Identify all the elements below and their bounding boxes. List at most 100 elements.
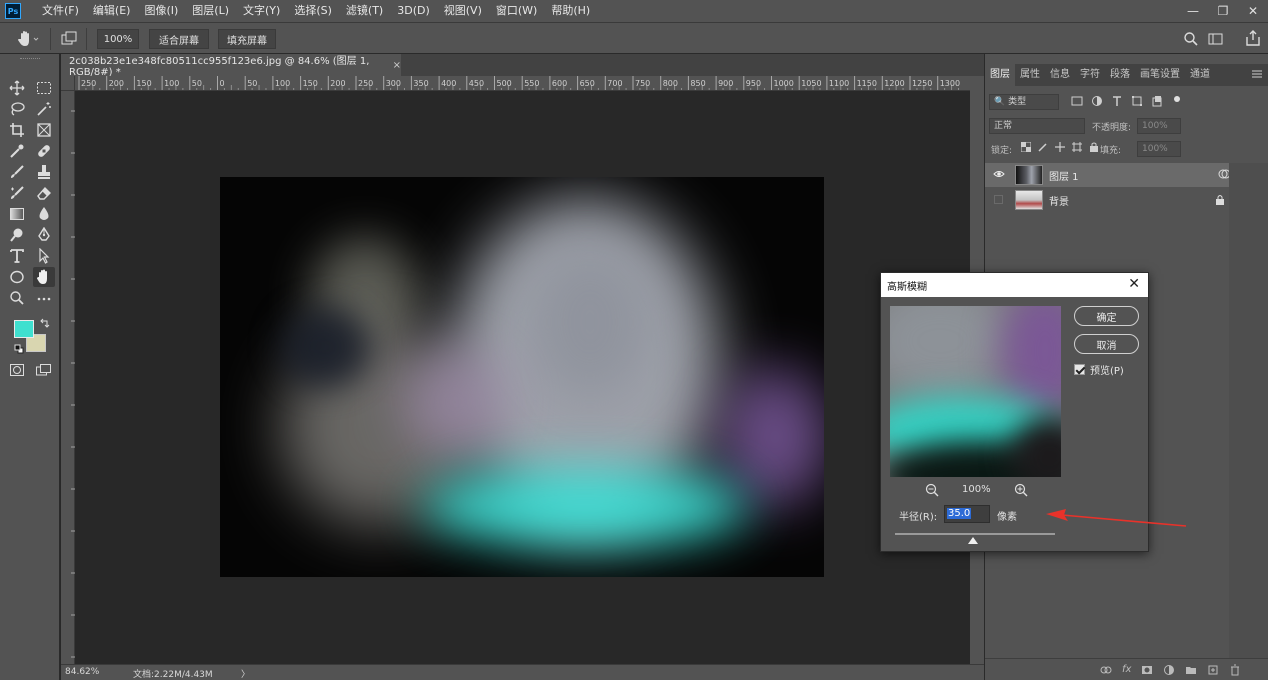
layer-filter-select[interactable]: 🔍 类型 — [989, 94, 1059, 110]
lasso-tool-icon[interactable] — [6, 99, 28, 119]
default-colors-icon[interactable] — [14, 344, 24, 354]
layer-row-layer1[interactable]: 图层 1 — [985, 163, 1231, 187]
ok-button[interactable]: 确定 — [1074, 306, 1139, 326]
tab-info[interactable]: 信息 — [1045, 64, 1075, 86]
close-window-button[interactable]: ✕ — [1238, 0, 1268, 22]
menu-3d[interactable]: 3D(D) — [390, 0, 437, 22]
filter-toggle-icon[interactable] — [1171, 95, 1183, 110]
menu-filter[interactable]: 滤镜(T) — [339, 0, 390, 22]
history-brush-tool-icon[interactable] — [6, 183, 28, 203]
blur-tool-icon[interactable] — [33, 204, 55, 224]
eraser-tool-icon[interactable] — [33, 183, 55, 203]
dialog-titlebar[interactable]: 高斯模糊 ✕ — [881, 273, 1148, 297]
move-tool-icon[interactable] — [6, 78, 28, 98]
menu-file[interactable]: 文件(F) — [35, 0, 86, 22]
type-tool-icon[interactable] — [6, 246, 28, 266]
filter-adjustment-icon[interactable] — [1091, 95, 1103, 110]
eyedropper-tool-icon[interactable] — [6, 141, 28, 161]
search-icon[interactable] — [1183, 31, 1199, 50]
radius-input[interactable]: 35.0 — [944, 505, 990, 523]
marquee-tool-icon[interactable] — [33, 78, 55, 98]
dialog-close-icon[interactable]: ✕ — [1128, 276, 1140, 292]
clone-stamp-tool-icon[interactable] — [33, 162, 55, 182]
blend-mode-select[interactable]: 正常 — [989, 118, 1085, 134]
lock-all-icon[interactable] — [1089, 142, 1099, 155]
preview-checkbox-box[interactable] — [1074, 364, 1085, 375]
more-tools-icon[interactable] — [33, 288, 55, 308]
delete-layer-icon[interactable] — [1229, 664, 1241, 679]
minimize-button[interactable]: — — [1178, 0, 1208, 22]
add-mask-icon[interactable] — [1141, 664, 1153, 679]
tab-character[interactable]: 字符 — [1075, 64, 1105, 86]
lock-position-icon[interactable] — [1055, 142, 1065, 155]
menu-layer[interactable]: 图层(L) — [185, 0, 236, 22]
filter-shape-icon[interactable] — [1131, 95, 1143, 110]
menu-help[interactable]: 帮助(H) — [544, 0, 597, 22]
menu-edit[interactable]: 编辑(E) — [86, 0, 138, 22]
canvas-area[interactable] — [75, 91, 970, 664]
filter-type-icon[interactable] — [1111, 95, 1123, 110]
document-image[interactable] — [220, 177, 824, 577]
pen-tool-icon[interactable] — [33, 225, 55, 245]
vertical-ruler[interactable] — [61, 91, 75, 664]
preview-checkbox[interactable]: 预览(P) — [1074, 362, 1124, 377]
new-group-icon[interactable] — [1185, 664, 1197, 679]
horizontal-ruler[interactable]: 250 200 150 100 50 0 50 100 150 200 250 300 350 400 45… — [75, 76, 970, 91]
quick-mask-icon[interactable] — [6, 360, 28, 380]
zoom-100-button[interactable]: 100% — [97, 29, 139, 49]
dialog-preview-image[interactable] — [890, 306, 1061, 477]
swap-colors-icon[interactable] — [40, 318, 50, 328]
tab-layers[interactable]: 图层 — [985, 64, 1015, 86]
layer-style-fx-icon[interactable]: fx — [1122, 664, 1131, 679]
close-document-icon[interactable]: × — [393, 60, 401, 71]
frame-tool-icon[interactable] — [33, 120, 55, 140]
path-selection-tool-icon[interactable] — [33, 246, 55, 266]
radius-slider[interactable] — [895, 533, 1055, 545]
tab-channels[interactable]: 通道 — [1185, 64, 1215, 86]
filter-smart-object-icon[interactable] — [1151, 95, 1163, 110]
healing-brush-tool-icon[interactable] — [33, 141, 55, 161]
hand-tool-icon[interactable] — [33, 267, 55, 287]
menu-image[interactable]: 图像(I) — [137, 0, 185, 22]
panel-menu-icon[interactable] — [1252, 69, 1262, 82]
visibility-toggle-empty[interactable] — [994, 195, 1003, 204]
zoom-in-icon[interactable] — [1014, 483, 1028, 500]
zoom-out-icon[interactable] — [925, 483, 939, 500]
layer-row-background[interactable]: 背景 — [985, 188, 1229, 212]
adjustment-layer-icon[interactable] — [1163, 664, 1175, 679]
filter-pixel-icon[interactable] — [1071, 95, 1083, 110]
hand-tool-preset-icon[interactable] — [16, 30, 40, 51]
status-menu-arrow[interactable]: 〉 — [241, 667, 250, 680]
cancel-button[interactable]: 取消 — [1074, 334, 1139, 354]
ellipse-tool-icon[interactable] — [6, 267, 28, 287]
share-icon[interactable] — [1244, 29, 1262, 50]
lock-artboard-icon[interactable] — [1072, 142, 1082, 155]
magic-wand-tool-icon[interactable] — [33, 99, 55, 119]
dodge-tool-icon[interactable] — [6, 225, 28, 245]
menu-view[interactable]: 视图(V) — [437, 0, 489, 22]
visibility-eye-icon[interactable] — [993, 169, 1005, 182]
ruler-origin[interactable] — [61, 76, 75, 91]
fill-input[interactable]: 100% — [1137, 141, 1181, 157]
radius-slider-track[interactable] — [895, 533, 1055, 535]
fill-screen-button[interactable]: 填充屏幕 — [218, 29, 276, 49]
gradient-tool-icon[interactable] — [6, 204, 28, 224]
fit-screen-button[interactable]: 适合屏幕 — [149, 29, 209, 49]
lock-image-pixels-icon[interactable] — [1038, 142, 1048, 155]
menu-select[interactable]: 选择(S) — [287, 0, 339, 22]
foreground-color-swatch[interactable] — [14, 320, 34, 338]
menu-window[interactable]: 窗口(W) — [489, 0, 544, 22]
restore-button[interactable]: ❐ — [1208, 0, 1238, 22]
menu-type[interactable]: 文字(Y) — [236, 0, 287, 22]
tab-paragraph[interactable]: 段落 — [1105, 64, 1135, 86]
link-layers-icon[interactable] — [1100, 664, 1112, 679]
layer-name[interactable]: 图层 1 — [1049, 168, 1079, 183]
status-zoom[interactable]: 84.62% — [65, 667, 99, 677]
zoom-tool-icon[interactable] — [6, 288, 28, 308]
brush-tool-icon[interactable] — [6, 162, 28, 182]
scroll-all-windows-icon[interactable] — [60, 31, 78, 50]
tab-properties[interactable]: 属性 — [1015, 64, 1045, 86]
radius-slider-thumb[interactable] — [968, 537, 979, 544]
lock-transparent-pixels-icon[interactable] — [1020, 141, 1032, 155]
crop-tool-icon[interactable] — [6, 120, 28, 140]
